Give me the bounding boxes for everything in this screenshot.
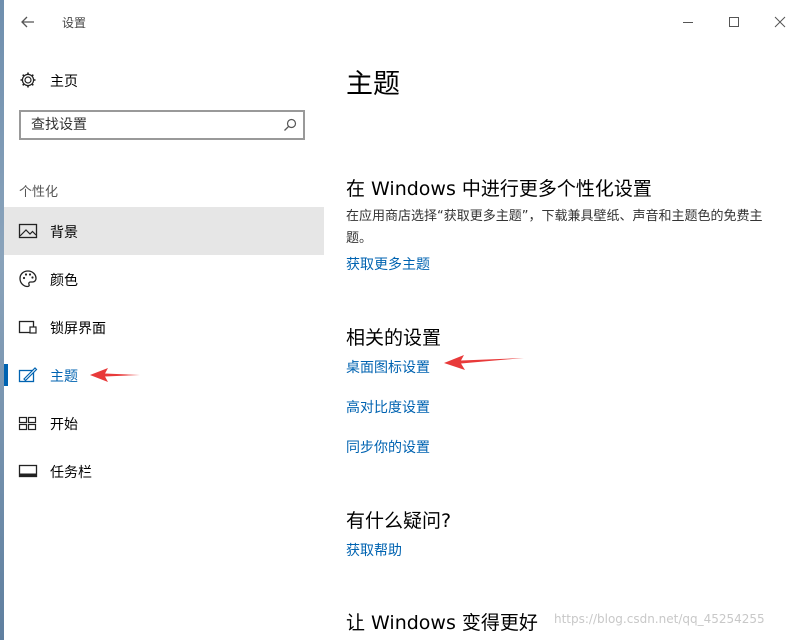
taskbar-icon [18, 464, 38, 478]
palette-icon [19, 270, 37, 288]
minimize-icon [683, 22, 693, 23]
nav-item-label: 任务栏 [50, 465, 92, 481]
close-icon [774, 16, 786, 28]
more-personalization-heading: 在 Windows 中进行更多个性化设置 [346, 178, 652, 200]
window-title: 设置 [62, 16, 87, 30]
selection-indicator [4, 364, 8, 386]
search-input[interactable] [21, 112, 281, 138]
nav-item-lockscreen[interactable]: 锁屏界面 [4, 303, 324, 351]
section-label-personalization: 个性化 [19, 185, 59, 200]
make-windows-better-heading: 让 Windows 变得更好 [346, 612, 538, 634]
picture-icon [18, 223, 38, 239]
nav-home[interactable]: 主页 [4, 62, 324, 98]
more-personalization-description: 在应用商店选择“获取更多主题”，下载兼具壁纸、声音和主题色的免费主题。 [346, 209, 763, 246]
nav-item-start[interactable]: 开始 [4, 399, 324, 447]
nav-item-colors[interactable]: 颜色 [4, 255, 324, 303]
nav-item-label: 锁屏界面 [50, 321, 106, 337]
search-box[interactable] [19, 110, 305, 140]
back-button[interactable] [14, 8, 42, 36]
settings-window: 设置 主页 个性化 [4, 0, 800, 640]
nav-list: 背景 颜色 锁屏界面 主题 开始 任务栏 [4, 207, 324, 495]
desktop-icon-settings-link[interactable]: 桌面图标设置 [346, 357, 430, 377]
high-contrast-settings-link[interactable]: 高对比度设置 [346, 397, 430, 417]
nav-item-label: 颜色 [50, 273, 78, 289]
maximize-icon [729, 17, 739, 27]
back-arrow-icon [21, 16, 34, 28]
start-tiles-icon [18, 416, 37, 431]
nav-item-label: 主题 [50, 369, 78, 385]
minimize-button[interactable] [670, 8, 706, 36]
nav-item-themes[interactable]: 主题 [4, 351, 324, 399]
annotation-arrow [90, 368, 140, 382]
close-button[interactable] [762, 8, 798, 36]
gear-icon [20, 72, 36, 88]
nav-home-label: 主页 [50, 74, 78, 90]
related-settings-heading: 相关的设置 [346, 327, 442, 349]
help-heading: 有什么疑问? [346, 510, 452, 532]
maximize-button[interactable] [716, 8, 752, 36]
nav-item-label: 背景 [50, 225, 78, 241]
nav-item-label: 开始 [50, 417, 78, 433]
sync-settings-link[interactable]: 同步你的设置 [346, 437, 430, 457]
title-bar: 设置 [4, 0, 800, 44]
get-help-link[interactable]: 获取帮助 [346, 540, 402, 560]
theme-brush-icon [18, 367, 38, 383]
lockscreen-icon [18, 320, 37, 334]
watermark: https://blog.csdn.net/qq_45254255 [554, 612, 765, 626]
search-icon [284, 118, 297, 131]
page-title: 主题 [346, 69, 400, 100]
nav-item-background[interactable]: 背景 [4, 207, 324, 255]
nav-item-taskbar[interactable]: 任务栏 [4, 447, 324, 495]
get-more-themes-link[interactable]: 获取更多主题 [346, 254, 430, 274]
annotation-arrow [444, 355, 524, 370]
